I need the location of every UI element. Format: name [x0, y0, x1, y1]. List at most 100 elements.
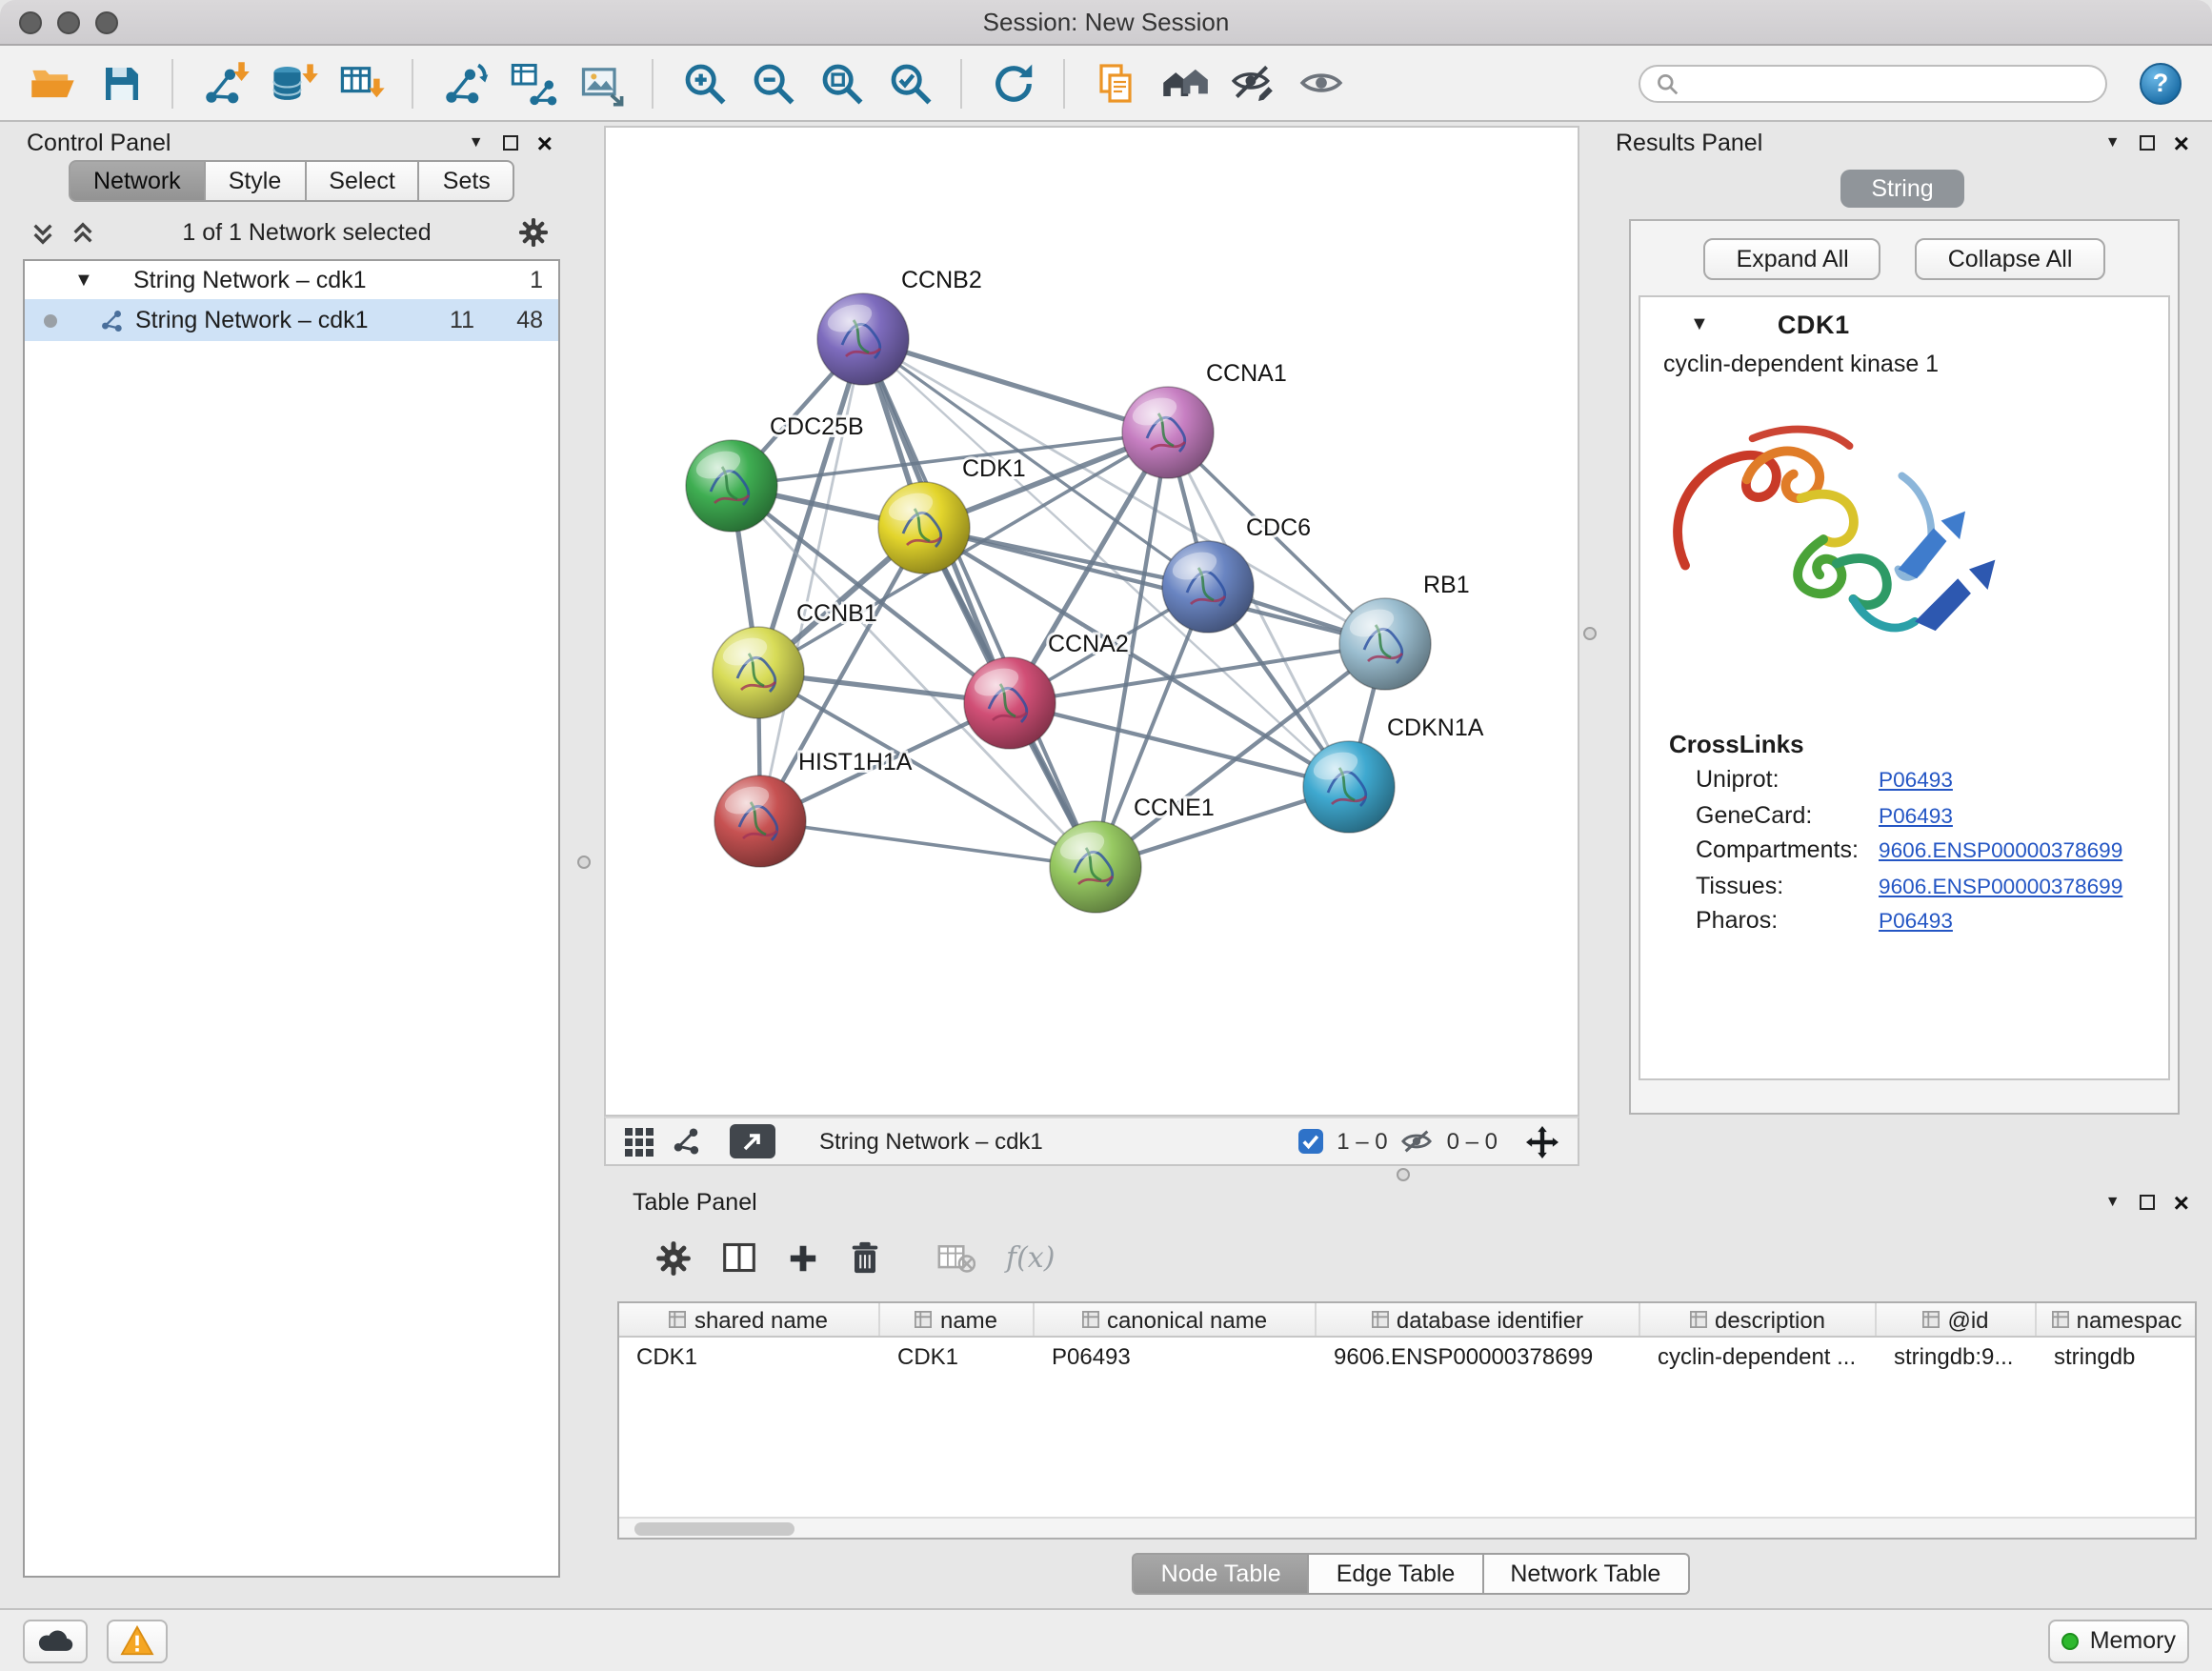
- memory-button[interactable]: Memory: [2048, 1619, 2189, 1662]
- network-node-CDKN1A[interactable]: [1303, 741, 1395, 833]
- edge-CCNB2-CCNA1[interactable]: [863, 339, 1168, 433]
- show-columns-icon[interactable]: [722, 1240, 756, 1275]
- column-header-shared-name[interactable]: shared name: [619, 1303, 880, 1336]
- tab-string[interactable]: String: [1840, 170, 1963, 208]
- column-header-name[interactable]: name: [880, 1303, 1035, 1336]
- right-splitter-handle[interactable]: [1583, 627, 1597, 640]
- network-node-CCNA1[interactable]: [1122, 387, 1214, 478]
- network-node-CDC6[interactable]: [1162, 541, 1254, 633]
- crosslink-link[interactable]: 9606.ENSP00000378699: [1879, 836, 2122, 870]
- network-node-HIST1H1A[interactable]: [714, 775, 806, 867]
- bottom-splitter-handle[interactable]: [1397, 1168, 1410, 1181]
- network-node-CDC25B[interactable]: [686, 440, 777, 532]
- zoom-out-button[interactable]: [743, 53, 802, 112]
- network-view-icon[interactable]: [671, 1126, 701, 1157]
- home-button[interactable]: [1155, 53, 1214, 112]
- move-crosshair-icon[interactable]: [1526, 1125, 1558, 1158]
- tree-expander-icon[interactable]: ▼: [74, 270, 101, 291]
- search-input[interactable]: [1688, 68, 2090, 98]
- network-row[interactable]: String Network – cdk1 11 48: [25, 299, 558, 341]
- delete-column-trash-icon[interactable]: [850, 1240, 880, 1275]
- gear-icon[interactable]: [518, 217, 549, 248]
- add-column-plus-icon[interactable]: [787, 1241, 819, 1274]
- tab-sets[interactable]: Sets: [420, 160, 515, 202]
- crosslink-link[interactable]: P06493: [1879, 801, 1953, 835]
- collapse-panel-icon[interactable]: ▼: [469, 135, 484, 151]
- float-panel-icon[interactable]: [2140, 135, 2155, 151]
- crosslink-link[interactable]: 9606.ENSP00000378699: [1879, 872, 2122, 905]
- collapse-entry-icon[interactable]: ▼: [1690, 315, 1709, 334]
- edge-CDK1-RB1[interactable]: [924, 528, 1385, 644]
- table-cell[interactable]: stringdb:9...: [1877, 1338, 2037, 1374]
- edge-CCNB2-CCNE1[interactable]: [863, 339, 1096, 867]
- crosslink-link[interactable]: P06493: [1879, 907, 1953, 940]
- edge-HIST1H1A-CCNE1[interactable]: [760, 821, 1096, 867]
- table-cell[interactable]: cyclin-dependent ...: [1640, 1338, 1877, 1374]
- column-header-description[interactable]: description: [1640, 1303, 1877, 1336]
- export-image-button[interactable]: [572, 53, 631, 112]
- table-settings-gear-icon[interactable]: [655, 1239, 692, 1276]
- close-panel-icon[interactable]: ×: [2174, 1189, 2189, 1216]
- import-table-from-file-button[interactable]: [332, 53, 391, 112]
- table-cell[interactable]: CDK1: [880, 1338, 1035, 1374]
- expand-all-button[interactable]: Expand All: [1704, 238, 1881, 280]
- tab-select[interactable]: Select: [306, 160, 420, 202]
- hidden-eye-icon[interactable]: [1401, 1128, 1434, 1155]
- collapse-all-button[interactable]: Collapse All: [1916, 238, 2105, 280]
- tab-network[interactable]: Network: [69, 160, 206, 202]
- zoom-selected-button[interactable]: [880, 53, 939, 112]
- copy-button[interactable]: [1086, 53, 1145, 112]
- crosslink-link[interactable]: P06493: [1879, 766, 1953, 799]
- tab-network-table[interactable]: Network Table: [1483, 1553, 1689, 1595]
- import-network-from-database-button[interactable]: [263, 53, 322, 112]
- hide-annotations-button[interactable]: [1223, 53, 1282, 112]
- tab-node-table[interactable]: Node Table: [1133, 1553, 1310, 1595]
- network-node-CCNE1[interactable]: [1050, 821, 1141, 913]
- refresh-button[interactable]: [983, 53, 1042, 112]
- float-panel-icon[interactable]: [503, 135, 518, 151]
- table-cell[interactable]: P06493: [1035, 1338, 1317, 1374]
- cloud-button[interactable]: [23, 1619, 88, 1662]
- collapse-all-icon[interactable]: [30, 220, 55, 245]
- collapse-panel-icon[interactable]: ▼: [2105, 135, 2121, 151]
- collapse-panel-icon[interactable]: ▼: [2105, 1195, 2121, 1210]
- network-collection-row[interactable]: ▼ String Network – cdk1 1: [25, 261, 558, 299]
- table-cell[interactable]: CDK1: [619, 1338, 880, 1374]
- network-canvas[interactable]: CCNB2CCNA1CDC25BCDK1CDC6RB1CCNB1CCNA2CDK…: [606, 128, 1578, 1115]
- table-row[interactable]: CDK1CDK1P064939606.ENSP00000378699cyclin…: [619, 1338, 2195, 1374]
- float-panel-icon[interactable]: [2140, 1195, 2155, 1210]
- tab-edge-table[interactable]: Edge Table: [1310, 1553, 1484, 1595]
- zoom-in-button[interactable]: [674, 53, 734, 112]
- help-button[interactable]: ?: [2140, 62, 2182, 104]
- warnings-button[interactable]: [107, 1619, 168, 1662]
- network-node-CCNA2[interactable]: [964, 657, 1056, 749]
- column-header-namespac[interactable]: namespac: [2037, 1303, 2197, 1336]
- tab-style[interactable]: Style: [206, 160, 307, 202]
- table-cell[interactable]: stringdb: [2037, 1338, 2197, 1374]
- grid-view-icon[interactable]: [625, 1127, 654, 1156]
- search-box[interactable]: [1639, 64, 2107, 102]
- save-session-button[interactable]: [91, 53, 151, 112]
- network-node-RB1[interactable]: [1339, 598, 1431, 690]
- network-from-table-button[interactable]: [503, 53, 562, 112]
- close-panel-icon[interactable]: ×: [2174, 130, 2189, 156]
- column-header--id[interactable]: @id: [1877, 1303, 2037, 1336]
- show-graphics-button[interactable]: [1292, 53, 1351, 112]
- zoom-fit-button[interactable]: [812, 53, 871, 112]
- selected-checkbox-icon[interactable]: [1297, 1128, 1323, 1155]
- expand-all-icon[interactable]: [70, 220, 95, 245]
- column-header-canonical-name[interactable]: canonical name: [1035, 1303, 1317, 1336]
- open-session-button[interactable]: [23, 53, 82, 112]
- horizontal-scrollbar[interactable]: [619, 1517, 2195, 1538]
- detach-view-button[interactable]: [730, 1124, 775, 1158]
- close-panel-icon[interactable]: ×: [537, 130, 553, 156]
- import-network-from-file-button[interactable]: [194, 53, 253, 112]
- new-network-from-selection-button[interactable]: [434, 53, 493, 112]
- column-header-database-identifier[interactable]: database identifier: [1317, 1303, 1640, 1336]
- left-splitter-handle[interactable]: [577, 856, 591, 869]
- network-node-CDK1[interactable]: [878, 482, 970, 574]
- table-cell[interactable]: 9606.ENSP00000378699: [1317, 1338, 1640, 1374]
- network-node-CCNB2[interactable]: [817, 293, 909, 385]
- scrollbar-thumb[interactable]: [634, 1522, 794, 1536]
- network-node-CCNB1[interactable]: [713, 627, 804, 718]
